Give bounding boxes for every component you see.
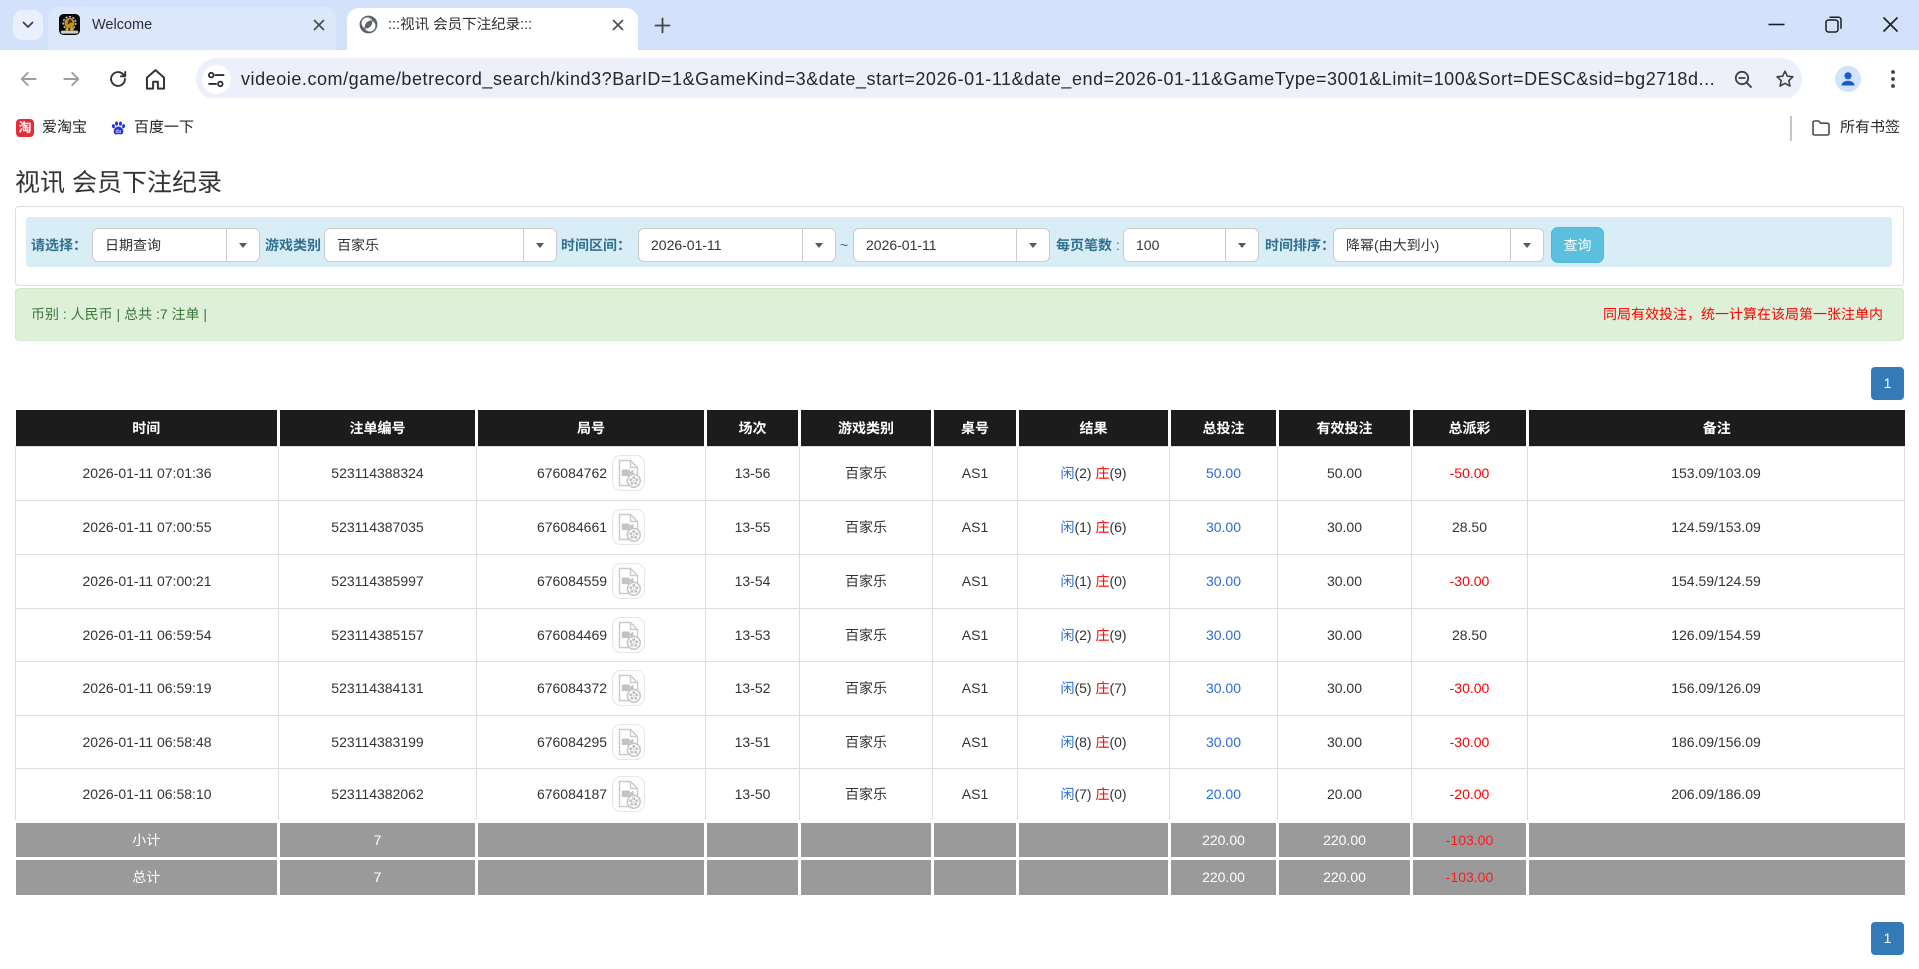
svg-text:du: du	[116, 129, 122, 135]
